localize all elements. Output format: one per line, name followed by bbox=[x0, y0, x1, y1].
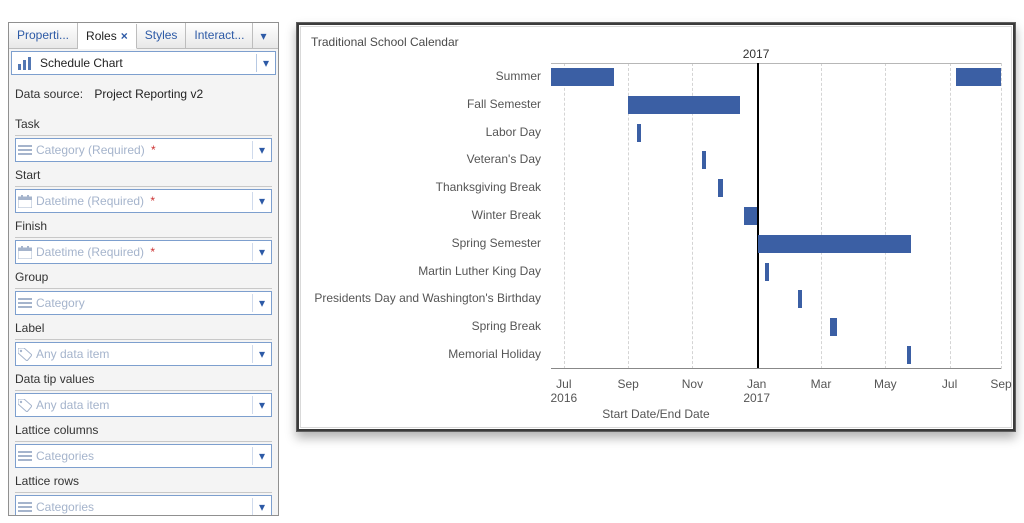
tag-icon bbox=[16, 348, 34, 361]
x-tick: Sep bbox=[990, 377, 1011, 391]
tab-styles[interactable]: Styles bbox=[137, 23, 187, 48]
role-label: Data tip values bbox=[15, 372, 272, 391]
chevron-down-icon[interactable]: ▾ bbox=[252, 345, 271, 363]
chevron-down-icon[interactable]: ▾ bbox=[252, 498, 271, 516]
data-source: Data source: Project Reporting v2 bbox=[9, 81, 278, 111]
role-label: Start bbox=[15, 168, 272, 187]
data-source-value: Project Reporting v2 bbox=[94, 87, 203, 101]
x-tick: Jul bbox=[942, 377, 957, 391]
category-label: Spring Semester bbox=[311, 236, 541, 250]
role-slot[interactable]: Any data item▾ bbox=[15, 342, 272, 366]
chart-title: Traditional School Calendar bbox=[301, 27, 1011, 49]
chart-type-select[interactable]: Schedule Chart ▾ bbox=[11, 51, 276, 75]
role-label: Lattice columns bbox=[15, 423, 272, 442]
role-placeholder: Any data item bbox=[34, 343, 252, 365]
role-label: Lattice rows bbox=[15, 474, 272, 493]
chart-icon bbox=[12, 53, 38, 73]
role-placeholder: Categories bbox=[34, 445, 252, 467]
role-placeholder: Datetime (Required) * bbox=[34, 241, 252, 263]
gridline bbox=[821, 63, 822, 369]
roles-list: TaskCategory (Required) *▾StartDatetime … bbox=[9, 117, 278, 516]
chevron-down-icon[interactable]: ▾ bbox=[252, 141, 271, 159]
role-label: Task bbox=[15, 117, 272, 136]
gantt-bar[interactable] bbox=[718, 179, 723, 197]
category-label: Fall Semester bbox=[311, 97, 541, 111]
gridline bbox=[564, 63, 565, 369]
x-tick: Mar bbox=[811, 377, 832, 391]
category-label: Summer bbox=[311, 69, 541, 83]
role-slot[interactable]: Category (Required) *▾ bbox=[15, 138, 272, 162]
gantt-bar[interactable] bbox=[956, 68, 1001, 86]
role-slot[interactable]: Datetime (Required) *▾ bbox=[15, 189, 272, 213]
category-label: Thanksgiving Break bbox=[311, 180, 541, 194]
datetime-icon bbox=[16, 246, 34, 259]
category-icon bbox=[16, 450, 34, 462]
gantt-bar[interactable] bbox=[830, 318, 837, 336]
x-axis-label: Start Date/End Date bbox=[301, 407, 1011, 421]
role-label: Label bbox=[15, 321, 272, 340]
chevron-down-icon[interactable]: ▾ bbox=[252, 294, 271, 312]
category-label: Memorial Holiday bbox=[311, 347, 541, 361]
chevron-down-icon[interactable]: ▾ bbox=[252, 447, 271, 465]
reference-label: 2017 bbox=[743, 47, 770, 61]
gantt-bar[interactable] bbox=[758, 235, 911, 253]
chart-plot: Jul 2016SepNovJan 2017MarMayJulSep2017Su… bbox=[311, 63, 1001, 369]
category-label: Winter Break bbox=[311, 208, 541, 222]
tab-properties[interactable]: Properti... bbox=[9, 23, 78, 48]
gantt-bar[interactable] bbox=[551, 68, 614, 86]
tab-roles[interactable]: Roles × bbox=[78, 24, 137, 49]
category-label: Spring Break bbox=[311, 319, 541, 333]
category-icon bbox=[16, 501, 34, 513]
role-slot[interactable]: Categories▾ bbox=[15, 444, 272, 468]
x-tick: Jan 2017 bbox=[743, 377, 770, 405]
role-slot[interactable]: Category▾ bbox=[15, 291, 272, 315]
gantt-bar[interactable] bbox=[907, 346, 912, 364]
x-tick: Nov bbox=[682, 377, 703, 391]
role-placeholder: Category (Required) * bbox=[34, 139, 252, 161]
category-icon bbox=[16, 297, 34, 309]
category-icon bbox=[16, 144, 34, 156]
role-slot[interactable]: Any data item▾ bbox=[15, 393, 272, 417]
gantt-bar[interactable] bbox=[628, 96, 741, 114]
category-label: Presidents Day and Washington's Birthday bbox=[311, 291, 541, 305]
x-tick: May bbox=[874, 377, 897, 391]
tab-overflow-button[interactable]: ▾ bbox=[253, 23, 273, 48]
data-source-label: Data source: bbox=[15, 87, 83, 101]
chevron-down-icon[interactable]: ▾ bbox=[252, 396, 271, 414]
chevron-down-icon[interactable]: ▾ bbox=[252, 243, 271, 261]
role-label: Group bbox=[15, 270, 272, 289]
role-slot[interactable]: Datetime (Required) *▾ bbox=[15, 240, 272, 264]
gantt-bar[interactable] bbox=[798, 290, 803, 308]
chart-type-label: Schedule Chart bbox=[38, 52, 256, 74]
tag-icon bbox=[16, 399, 34, 412]
role-label: Finish bbox=[15, 219, 272, 238]
x-tick: Jul 2016 bbox=[551, 377, 578, 405]
category-label: Veteran's Day bbox=[311, 152, 541, 166]
gantt-bar[interactable] bbox=[637, 124, 642, 142]
datetime-icon bbox=[16, 195, 34, 208]
tab-row: Properti... Roles × Styles Interact... ▾ bbox=[9, 23, 278, 49]
tab-interact[interactable]: Interact... bbox=[186, 23, 253, 48]
gridline bbox=[885, 63, 886, 369]
x-tick: Sep bbox=[617, 377, 638, 391]
gridline bbox=[1001, 63, 1002, 369]
role-slot[interactable]: Categories▾ bbox=[15, 495, 272, 516]
role-placeholder: Datetime (Required) * bbox=[34, 190, 252, 212]
category-label: Labor Day bbox=[311, 125, 541, 139]
gridline bbox=[950, 63, 951, 369]
chevron-down-icon[interactable]: ▾ bbox=[256, 54, 275, 72]
tab-label: Roles bbox=[86, 29, 117, 43]
gantt-bar[interactable] bbox=[765, 263, 770, 281]
gantt-bar[interactable] bbox=[744, 207, 758, 225]
role-placeholder: Category bbox=[34, 292, 252, 314]
category-label: Martin Luther King Day bbox=[311, 264, 541, 278]
role-placeholder: Any data item bbox=[34, 394, 252, 416]
chart-card: Traditional School Calendar Jul 2016SepN… bbox=[296, 22, 1016, 432]
chevron-down-icon[interactable]: ▾ bbox=[252, 192, 271, 210]
gantt-bar[interactable] bbox=[702, 151, 706, 169]
close-icon[interactable]: × bbox=[121, 29, 128, 43]
role-placeholder: Categories bbox=[34, 496, 252, 516]
side-panel: Properti... Roles× Styles Interact... ▾ … bbox=[8, 22, 279, 516]
